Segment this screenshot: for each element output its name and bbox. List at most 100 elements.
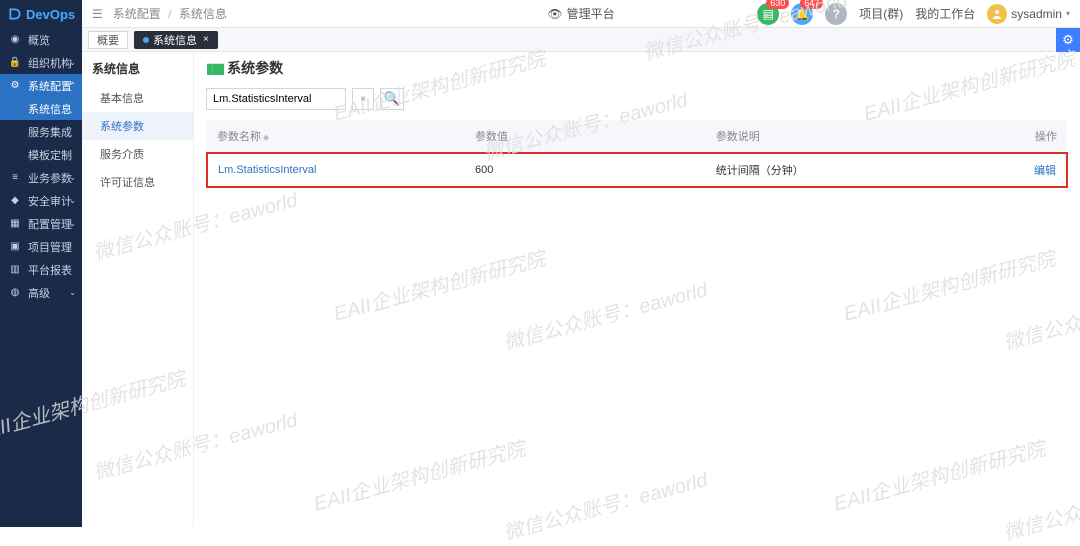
question-icon: ? (833, 7, 840, 21)
nav-system-info[interactable]: 系统信息 (0, 97, 82, 120)
avatar (987, 4, 1007, 24)
close-icon: × (360, 94, 366, 105)
page-title: ▮▮▮系统参数 (206, 58, 1068, 78)
top-center-label: 管理平台 (567, 5, 615, 22)
inner-nav-license[interactable]: 许可证信息 (82, 168, 193, 196)
inner-nav-service[interactable]: 服务介质 (82, 140, 193, 168)
breadcrumb-item[interactable]: 系统信息 (179, 7, 227, 21)
nav-label: 业务参数 (28, 170, 72, 186)
status-badge: 647 (800, 0, 823, 9)
nav-label: 概览 (28, 32, 50, 48)
nav-advanced[interactable]: ◍ 高级 ⌄ (0, 281, 82, 304)
top-bar: ☰ 系统配置 / 系统信息 👁 管理平台 ▤ 630 🔔 647 ? 项目(群)… (82, 0, 1080, 28)
nav-label: 安全审计 (28, 193, 72, 209)
chevron-down-icon: ▾ (1066, 9, 1070, 18)
nav-platform-report[interactable]: ▥平台报表 (0, 258, 82, 281)
nav-label: 组织机构 (28, 55, 72, 71)
cell-value: 600 (465, 153, 706, 187)
inner-nav-basic[interactable]: 基本信息 (82, 84, 193, 112)
clear-button[interactable]: × (352, 88, 374, 110)
gear-icon: ⚙ (1062, 32, 1074, 48)
nav-business-params[interactable]: ≡ 业务参数⌄ (0, 166, 82, 189)
search-input[interactable] (206, 88, 346, 110)
cell-name[interactable]: Lm.StatisticsInterval (207, 153, 465, 187)
col-desc: 参数说明 (706, 120, 964, 153)
page-title-text: 系统参数 (227, 58, 283, 78)
doc-icon: ▤ (763, 7, 774, 21)
projects-link[interactable]: 项目(群) (859, 5, 903, 22)
chevron-down-icon: ⌄ (69, 196, 76, 205)
search-button[interactable]: 🔍 (380, 88, 404, 110)
nav-label: 系统配置 (28, 78, 72, 94)
nav-system-config[interactable]: ⚙ 系统配置⌃ (0, 74, 82, 97)
lock-icon: 🔒 (8, 57, 22, 68)
secondary-nav-title: 系统信息 (82, 52, 193, 84)
top-center-title[interactable]: 👁 管理平台 (547, 5, 614, 22)
top-right: ▤ 630 🔔 647 ? 项目(群) 我的工作台 sysadmin ▾ (757, 3, 1070, 25)
col-action: 操作 (964, 120, 1067, 153)
user-name: sysadmin (1011, 7, 1062, 21)
nav-service-integration[interactable]: 服务集成 (0, 120, 82, 143)
nav-label: 高级 (28, 285, 50, 301)
nav-label: 项目管理 (28, 239, 72, 255)
table-header-row: 参数名称◆ 参数值 参数说明 操作 (207, 120, 1067, 153)
status-green-button[interactable]: ▤ 630 (757, 3, 779, 25)
search-row: × 🔍 (206, 88, 1068, 110)
brand-text: DevOps (26, 7, 75, 22)
tab-system-info[interactable]: 系统信息 × (134, 31, 218, 49)
chevron-down-icon: ⌄ (69, 288, 76, 297)
secondary-nav: 系统信息 基本信息 系统参数 服务介质 许可证信息 (82, 52, 194, 527)
tab-strip: 概要 系统信息 × ⚙ (82, 28, 1080, 52)
inner-nav-params[interactable]: 系统参数 (82, 112, 193, 140)
table-row: Lm.StatisticsInterval 600 统计间隔（分钟） 编辑 (207, 153, 1067, 187)
nav-label: 系统信息 (28, 101, 72, 117)
nav-template-custom[interactable]: 模板定制 (0, 143, 82, 166)
status-badge: 630 (766, 0, 789, 9)
grid-icon: ▣ (8, 241, 22, 252)
dashboard-icon: ◉ (8, 34, 22, 45)
close-icon[interactable]: × (203, 34, 209, 45)
nav-overview[interactable]: ◉ 概览 (0, 28, 82, 51)
chevron-down-icon: ⌄ (69, 58, 76, 67)
breadcrumb-item[interactable]: 系统配置 (113, 7, 161, 21)
cell-action[interactable]: 编辑 (964, 153, 1067, 187)
nav-config-mgmt[interactable]: ▦ 配置管理⌄ (0, 212, 82, 235)
hamburger-icon[interactable]: ☰ (92, 7, 103, 21)
dot-icon (143, 37, 149, 43)
tab-label: 概要 (97, 32, 119, 48)
sort-icon: ◆ (263, 133, 269, 142)
nav-project-mgmt[interactable]: ▣ 项目管理 (0, 235, 82, 258)
bell-icon: 🔔 (795, 7, 810, 21)
nav-label: 平台报表 (28, 262, 72, 278)
notification-button[interactable]: 🔔 647 (791, 3, 813, 25)
breadcrumb: 系统配置 / 系统信息 (113, 5, 227, 22)
user-menu[interactable]: sysadmin ▾ (987, 4, 1070, 24)
nav-label: 模板定制 (28, 147, 72, 163)
gear-icon: ⚙ (8, 80, 22, 91)
workbench-link[interactable]: 我的工作台 (915, 5, 975, 22)
search-icon: 🔍 (384, 91, 401, 107)
chevron-down-icon: ⌄ (69, 219, 76, 228)
globe-icon: ◍ (8, 287, 22, 298)
cell-desc: 统计间隔（分钟） (706, 153, 964, 187)
nav-label: 服务集成 (28, 124, 72, 140)
col-name[interactable]: 参数名称◆ (207, 120, 465, 153)
breadcrumb-sep: / (168, 7, 171, 21)
chevron-up-icon: ⌃ (69, 81, 76, 90)
main-content: ▮▮▮系统参数 × 🔍 参数名称◆ 参数值 参数说明 操作 Lm.Statist… (194, 52, 1080, 527)
brand-logo[interactable]: DevOps (0, 0, 82, 28)
sliders-icon: ≡ (8, 172, 22, 183)
title-bars-icon: ▮▮▮ (206, 60, 223, 77)
help-button[interactable]: ? (825, 3, 847, 25)
shield-icon: ◆ (8, 195, 22, 206)
settings-button[interactable]: ⚙ (1056, 28, 1080, 52)
params-table: 参数名称◆ 参数值 参数说明 操作 Lm.StatisticsInterval … (206, 120, 1068, 188)
nav-security-audit[interactable]: ◆ 安全审计⌄ (0, 189, 82, 212)
chevron-down-icon: ⌄ (69, 173, 76, 182)
nav-label: 配置管理 (28, 216, 72, 232)
tab-overview[interactable]: 概要 (88, 31, 128, 49)
layers-icon: ▦ (8, 218, 22, 229)
nav-org[interactable]: 🔒 组织机构⌄ (0, 51, 82, 74)
logo-icon (8, 7, 22, 21)
tab-label: 系统信息 (153, 32, 197, 48)
